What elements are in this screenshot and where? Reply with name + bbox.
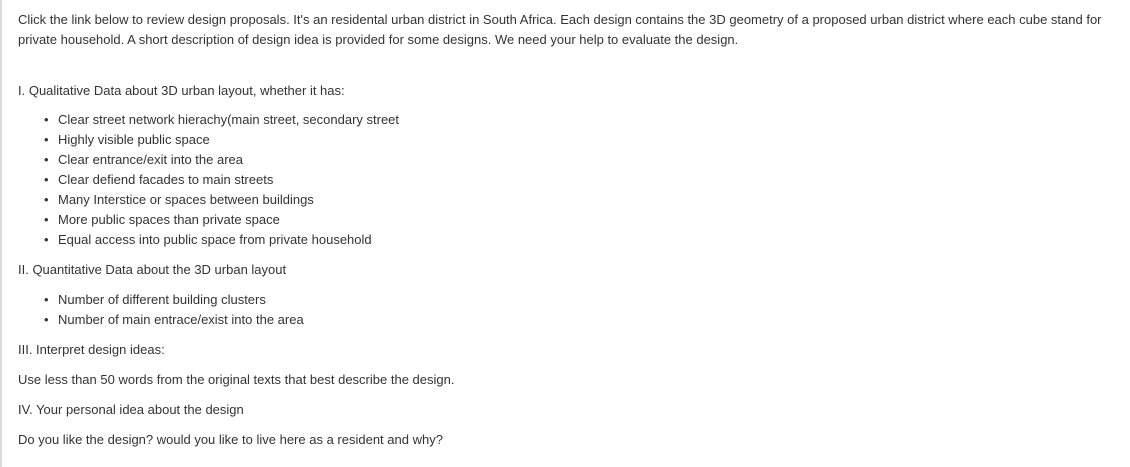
section-heading-quantitative: II. Quantitative Data about the 3D urban… [18, 262, 287, 277]
left-border [0, 0, 2, 467]
list-item: Equal access into public space from priv… [44, 230, 1126, 250]
list-item: More public spaces than private space [44, 210, 1126, 230]
section-heading-interpret: III. Interpret design ideas: [18, 342, 165, 357]
list-item: Clear defiend facades to main streets [44, 170, 1126, 190]
quantitative-list: Number of different building clusters Nu… [18, 290, 1126, 330]
list-item: Clear street network hierachy(main stree… [44, 110, 1126, 130]
qualitative-list: Clear street network hierachy(main stree… [18, 110, 1126, 250]
list-item: Many Interstice or spaces between buildi… [44, 190, 1126, 210]
list-item: Number of different building clusters [44, 290, 1126, 310]
list-item: Clear entrance/exit into the area [44, 150, 1126, 170]
list-item: Number of main entrace/exist into the ar… [44, 310, 1126, 330]
intro-paragraph: Click the link below to review design pr… [18, 10, 1126, 50]
instructions-panel: Click the link below to review design pr… [18, 10, 1126, 450]
section-heading-personal: IV. Your personal idea about the design [18, 402, 244, 417]
personal-question: Do you like the design? would you like t… [18, 432, 443, 447]
intro-line-2: private household. A short description o… [18, 32, 739, 47]
interpret-instruction: Use less than 50 words from the original… [18, 372, 455, 387]
list-item: Highly visible public space [44, 130, 1126, 150]
section-heading-qualitative: I. Qualitative Data about 3D urban layou… [18, 83, 345, 98]
intro-line-1: Click the link below to review design pr… [18, 12, 1102, 27]
